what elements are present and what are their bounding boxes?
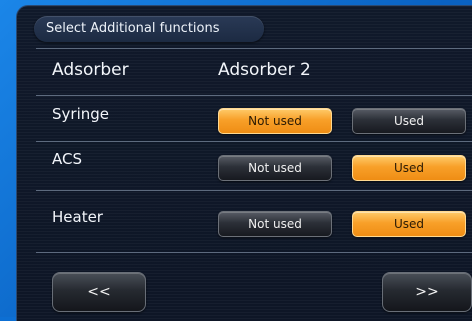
acs-label: ACS	[52, 150, 82, 168]
syringe-label: Syringe	[52, 105, 109, 123]
back-button[interactable]: <<	[52, 272, 146, 312]
divider	[36, 48, 472, 49]
forward-button[interactable]: >>	[382, 272, 472, 312]
acs-used-button[interactable]: Used	[352, 155, 466, 181]
syringe-not-used-button[interactable]: Not used	[218, 108, 332, 134]
divider	[36, 252, 472, 253]
heater-label: Heater	[52, 208, 103, 226]
heater-not-used-button[interactable]: Not used	[218, 211, 332, 237]
page-title: Select Additional functions	[34, 16, 264, 42]
syringe-used-button[interactable]: Used	[352, 108, 466, 134]
heater-used-button[interactable]: Used	[352, 211, 466, 237]
adsorber-label: Adsorber	[52, 60, 129, 80]
divider	[36, 141, 472, 142]
adsorber-value: Adsorber 2	[218, 60, 311, 80]
divider	[36, 95, 472, 96]
acs-not-used-button[interactable]: Not used	[218, 155, 332, 181]
divider	[36, 190, 472, 191]
